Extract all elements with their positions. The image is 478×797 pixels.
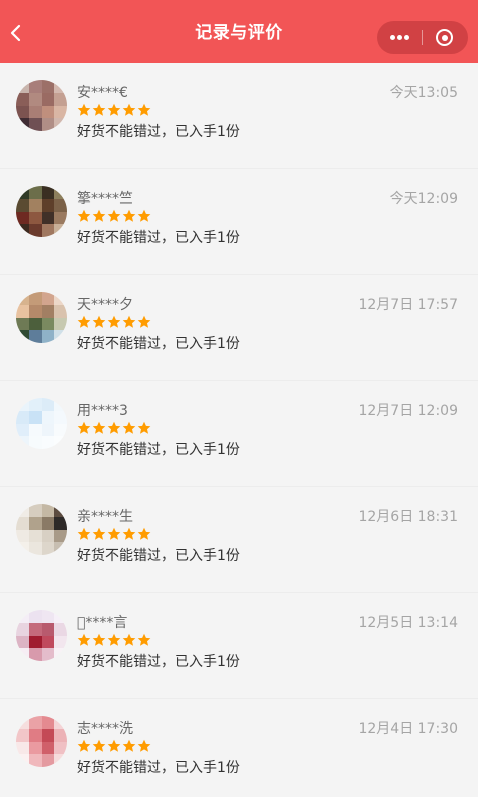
star-icon [77,527,91,541]
star-icon [107,103,121,117]
review-item: 志****洗 12月4日 17:30 好货不能错过，已入手1份 [0,699,478,797]
review-timestamp: 12月6日 18:31 [358,509,458,525]
review-item: 天****夕 12月7日 17:57 好货不能错过，已入手1份 [0,275,478,381]
star-icon [77,421,91,435]
star-icon [137,739,151,753]
star-icon [77,103,91,117]
star-icon [107,527,121,541]
star-icon [92,103,106,117]
page: 记录与评价 安****€ 今天13:05 好货不能错过，已入手1份 篫****竺 今天1… [0,0,478,797]
star-icon [137,103,151,117]
avatar[interactable] [16,610,67,661]
reviewer-name:  ****言 [77,615,128,631]
avatar[interactable] [16,716,67,767]
review-text: 好货不能错过，已入手1份 [77,654,240,670]
star-icon [122,103,136,117]
review-item: 亲****生 12月6日 18:31 好货不能错过，已入手1份 [0,487,478,593]
reviewer-name: 天****夕 [77,297,133,313]
star-rating [77,633,152,649]
star-icon [92,527,106,541]
star-icon [122,421,136,435]
reviewer-name: 志****洗 [77,721,133,737]
star-icon [137,209,151,223]
star-icon [137,315,151,329]
review-text: 好货不能错过，已入手1份 [77,230,240,246]
review-timestamp: 12月5日 13:14 [358,615,458,631]
review-item: 安****€ 今天13:05 好货不能错过，已入手1份 [0,63,478,169]
review-item: 篫****竺 今天12:09 好货不能错过，已入手1份 [0,169,478,275]
review-item:  ****言 12月5日 13:14 好货不能错过，已入手1份 [0,593,478,699]
star-icon [77,209,91,223]
review-item: 用****3 12月7日 12:09 好货不能错过，已入手1份 [0,381,478,487]
more-button[interactable] [377,21,422,54]
mini-program-capsule [377,21,468,54]
star-icon [92,209,106,223]
avatar[interactable] [16,504,67,555]
navigation-bar: 记录与评价 [0,0,478,63]
star-icon [107,315,121,329]
star-rating [77,527,152,543]
avatar[interactable] [16,292,67,343]
review-timestamp: 今天13:05 [389,85,458,101]
avatar[interactable] [16,398,67,449]
review-text: 好货不能错过，已入手1份 [77,336,240,352]
star-icon [107,209,121,223]
close-mini-program-button[interactable] [423,21,468,54]
review-text: 好货不能错过，已入手1份 [77,124,240,140]
star-icon [92,739,106,753]
star-icon [107,739,121,753]
review-timestamp: 12月7日 17:57 [358,297,458,313]
star-icon [92,315,106,329]
review-timestamp: 12月7日 12:09 [358,403,458,419]
star-icon [122,527,136,541]
star-icon [137,421,151,435]
reviewer-name: 用****3 [77,403,128,419]
star-icon [122,633,136,647]
star-icon [122,315,136,329]
avatar[interactable] [16,80,67,131]
star-icon [92,633,106,647]
avatar[interactable] [16,186,67,237]
star-icon [77,633,91,647]
star-icon [137,633,151,647]
reviewer-name: 安****€ [77,85,128,101]
star-icon [122,209,136,223]
review-text: 好货不能错过，已入手1份 [77,548,240,564]
review-timestamp: 12月4日 17:30 [358,721,458,737]
reviewer-name: 亲****生 [77,509,133,525]
star-icon [77,739,91,753]
star-rating [77,315,152,331]
star-rating [77,421,152,437]
star-rating [77,739,152,755]
star-icon [107,633,121,647]
star-icon [107,421,121,435]
star-icon [92,421,106,435]
review-timestamp: 今天12:09 [389,191,458,207]
star-icon [137,527,151,541]
star-rating [77,103,152,119]
reviewer-name: 篫****竺 [77,191,133,207]
star-icon [122,739,136,753]
review-text: 好货不能错过，已入手1份 [77,442,240,458]
star-rating [77,209,152,225]
review-text: 好货不能错过，已入手1份 [77,760,240,776]
star-icon [77,315,91,329]
